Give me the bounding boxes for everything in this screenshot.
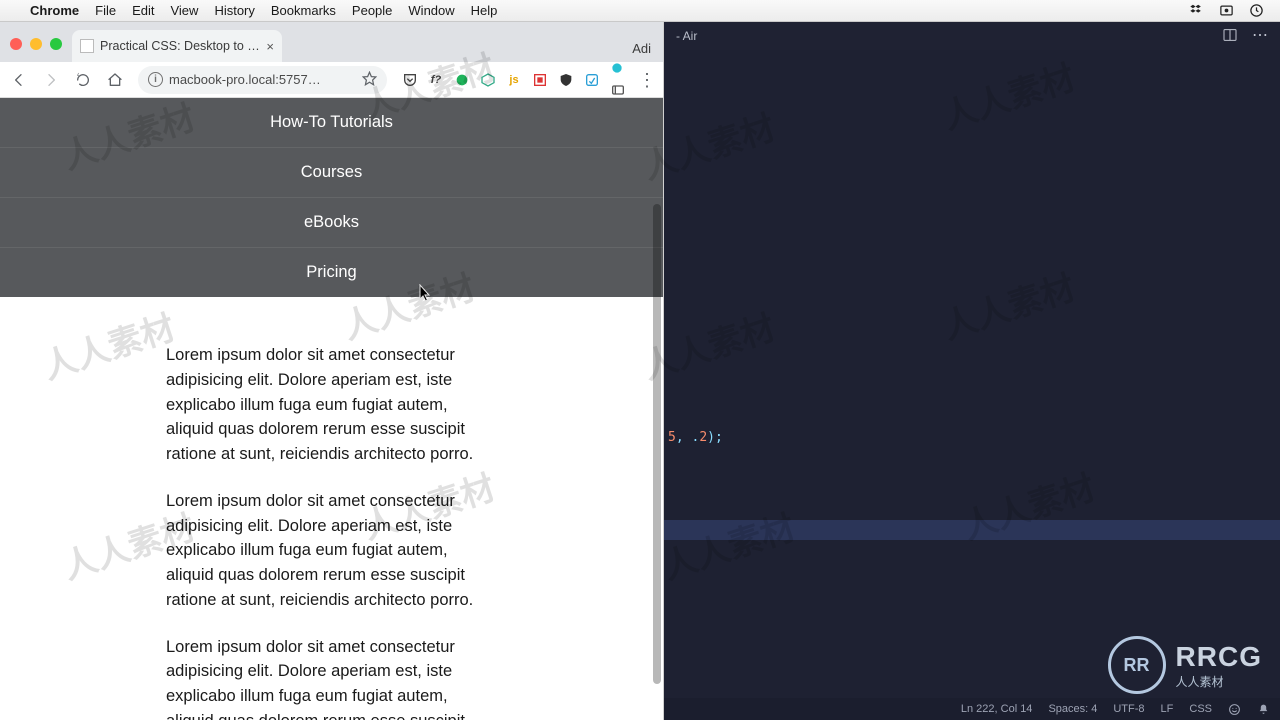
extension-icon-4[interactable] <box>479 71 497 89</box>
clock-icon[interactable] <box>1248 3 1264 19</box>
menubar-window[interactable]: Window <box>408 3 454 18</box>
menubar-file[interactable]: File <box>95 3 116 18</box>
vscode-statusbar: Ln 222, Col 14 Spaces: 4 UTF-8 LF CSS <box>664 698 1280 720</box>
menubar-people[interactable]: People <box>352 3 392 18</box>
chrome-menu-icon[interactable]: ⋮ <box>637 71 657 89</box>
profile-badge[interactable]: Adi <box>632 41 651 56</box>
paragraph: Lorem ipsum dolor sit amet consectetur a… <box>166 343 493 467</box>
window-close-button[interactable] <box>10 38 22 50</box>
screen-record-icon[interactable] <box>1218 3 1234 19</box>
reload-button[interactable] <box>70 67 96 93</box>
ublock-icon[interactable] <box>557 71 575 89</box>
bookmark-star-icon[interactable] <box>362 71 377 89</box>
menubar-app-name[interactable]: Chrome <box>30 3 79 18</box>
chrome-window: Practical CSS: Desktop to mob × Adi i ma… <box>0 22 664 720</box>
pocket-icon[interactable] <box>401 71 419 89</box>
nav-item-ebooks[interactable]: eBooks <box>0 197 663 247</box>
status-spaces[interactable]: Spaces: 4 <box>1048 703 1097 715</box>
extension-icon-10[interactable] <box>609 81 627 99</box>
status-bell-icon[interactable] <box>1257 703 1270 716</box>
status-eol[interactable]: LF <box>1161 703 1174 715</box>
browser-tab[interactable]: Practical CSS: Desktop to mob × <box>72 30 282 62</box>
more-actions-icon[interactable]: ⋯ <box>1252 28 1268 44</box>
menubar-bookmarks[interactable]: Bookmarks <box>271 3 336 18</box>
editor-selection <box>664 520 1280 540</box>
home-button[interactable] <box>102 67 128 93</box>
dropbox-icon[interactable] <box>1188 3 1204 19</box>
extension-icons: f? js <box>397 60 631 99</box>
extension-icon-5[interactable]: js <box>505 71 523 89</box>
forward-button[interactable] <box>38 67 64 93</box>
menubar-edit[interactable]: Edit <box>132 3 154 18</box>
nav-item-tutorials[interactable]: How-To Tutorials <box>0 98 663 147</box>
window-minimize-button[interactable] <box>30 38 42 50</box>
macos-menubar: Chrome File Edit View History Bookmarks … <box>0 0 1280 22</box>
status-encoding[interactable]: UTF-8 <box>1113 703 1144 715</box>
nav-item-courses[interactable]: Courses <box>0 147 663 197</box>
split-editor-icon[interactable] <box>1222 27 1238 46</box>
menubar-view[interactable]: View <box>170 3 198 18</box>
site-info-icon[interactable]: i <box>148 72 163 87</box>
window-maximize-button[interactable] <box>50 38 62 50</box>
status-feedback-icon[interactable] <box>1228 703 1241 716</box>
code-line: 5, .2); <box>668 430 723 445</box>
site-nav: How-To Tutorials Courses eBooks Pricing <box>0 98 663 297</box>
extension-icon-8[interactable] <box>583 71 601 89</box>
grammarly-icon[interactable] <box>453 71 471 89</box>
vscode-titlebar: - Air ⋯ <box>664 22 1280 50</box>
menubar-help[interactable]: Help <box>471 3 498 18</box>
nav-item-pricing[interactable]: Pricing <box>0 247 663 297</box>
watermark-logo: RR RRCG 人人素材 <box>1108 636 1262 694</box>
vscode-editor[interactable]: 5, .2); <box>664 50 1280 698</box>
whatfont-icon[interactable]: f? <box>427 71 445 89</box>
menubar-history[interactable]: History <box>214 3 254 18</box>
page-viewport: How-To Tutorials Courses eBooks Pricing … <box>0 98 663 720</box>
tab-title: Practical CSS: Desktop to mob <box>100 39 260 53</box>
paragraph: Lorem ipsum dolor sit amet consectetur a… <box>166 635 493 720</box>
tab-favicon-icon <box>80 39 94 53</box>
address-bar[interactable]: i macbook-pro.local:5757… <box>138 66 387 94</box>
address-text: macbook-pro.local:5757… <box>169 72 356 87</box>
chrome-tabstrip: Practical CSS: Desktop to mob × Adi <box>0 22 663 62</box>
extension-icon-6[interactable] <box>531 71 549 89</box>
back-button[interactable] <box>6 67 32 93</box>
vscode-title-fragment: - Air <box>676 29 697 43</box>
paragraph: Lorem ipsum dolor sit amet consectetur a… <box>166 489 493 613</box>
extyoung-icon[interactable] <box>609 60 627 99</box>
status-language[interactable]: CSS <box>1189 703 1212 715</box>
status-cursor-pos[interactable]: Ln 222, Col 14 <box>961 703 1033 715</box>
page-content: Lorem ipsum dolor sit amet consectetur a… <box>0 297 663 720</box>
tab-close-icon[interactable]: × <box>266 39 274 54</box>
chrome-toolbar: i macbook-pro.local:5757… f? js ⋮ <box>0 62 663 98</box>
scrollbar[interactable] <box>653 204 661 684</box>
